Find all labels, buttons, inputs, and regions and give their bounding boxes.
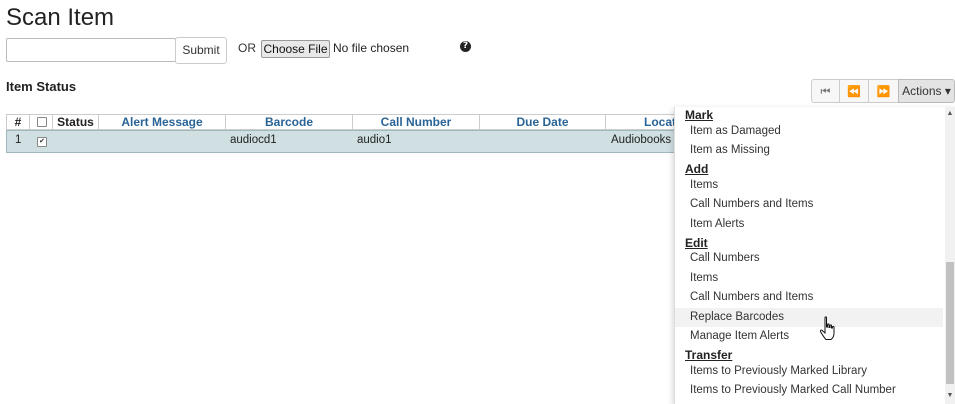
select-all-checkbox[interactable] — [37, 117, 47, 127]
question-circle-icon[interactable]: ? — [460, 41, 471, 52]
menu-item-manage-item-alerts[interactable]: Manage Item Alerts — [675, 327, 943, 346]
row-index: 1 — [15, 134, 22, 146]
first-page-icon: ⏮ — [820, 85, 831, 98]
menu-item-edit-call-numbers[interactable]: Call Numbers — [675, 249, 943, 268]
menu-item-item-as-missing[interactable]: Item as Missing — [675, 141, 943, 160]
menu-heading-mark: Mark — [685, 108, 714, 122]
actions-button[interactable]: Actions ▾ — [898, 79, 955, 103]
next-page-icon: ⏩ — [876, 85, 891, 98]
menu-heading-edit: Edit — [685, 236, 708, 250]
column-header-call-number[interactable]: Call Number — [353, 115, 480, 129]
menu-heading-add: Add — [685, 162, 709, 176]
submit-button[interactable]: Submit — [175, 37, 227, 64]
row-call-number: audio1 — [357, 134, 392, 146]
menu-item-transfer-to-call-number[interactable]: Items to Previously Marked Call Number — [675, 381, 943, 400]
section-title: Item Status — [6, 79, 77, 94]
or-label: OR — [238, 41, 256, 55]
menu-item-transfer-to-library[interactable]: Items to Previously Marked Library — [675, 362, 943, 381]
column-header-barcode[interactable]: Barcode — [226, 115, 353, 129]
page-title: Scan Item — [6, 4, 115, 31]
row-checkbox[interactable]: ✔ — [37, 137, 47, 147]
choose-file-button[interactable]: Choose File — [261, 40, 330, 58]
row-location: Audiobooks — [611, 134, 672, 146]
menu-item-add-call-numbers-and-items[interactable]: Call Numbers and Items — [675, 195, 943, 214]
menu-item-replace-barcodes[interactable]: Replace Barcodes — [675, 308, 943, 327]
column-header-index[interactable]: # — [7, 115, 30, 129]
column-header-due-date[interactable]: Due Date — [480, 115, 606, 129]
file-status: No file chosen — [333, 41, 410, 55]
hand-pointer-cursor-icon — [819, 316, 835, 340]
previous-page-button[interactable]: ⏪ — [839, 79, 869, 103]
menu-item-edit-call-numbers-and-items[interactable]: Call Numbers and Items — [675, 288, 943, 307]
next-page-button[interactable]: ⏩ — [868, 79, 899, 103]
scroll-up-arrow-icon[interactable]: ▲ — [946, 110, 954, 118]
previous-page-icon: ⏪ — [847, 85, 861, 98]
column-header-status[interactable]: Status — [53, 115, 99, 129]
select-all-cell — [30, 115, 53, 129]
scroll-down-arrow-icon[interactable]: ▼ — [946, 392, 954, 400]
first-page-button[interactable]: ⏮ — [811, 79, 840, 103]
row-barcode: audiocd1 — [230, 134, 277, 146]
actions-dropdown-menu: Mark Item as Damaged Item as Missing Add… — [674, 107, 955, 404]
menu-scrollbar-thumb[interactable] — [946, 262, 954, 384]
menu-item-edit-items[interactable]: Items — [675, 269, 943, 288]
menu-heading-transfer: Transfer — [685, 348, 733, 362]
menu-item-add-item-alerts[interactable]: Item Alerts — [675, 215, 943, 234]
column-header-alert-message[interactable]: Alert Message — [99, 115, 226, 129]
barcode-input[interactable] — [6, 38, 176, 62]
menu-item-item-as-damaged[interactable]: Item as Damaged — [675, 122, 943, 141]
menu-item-add-items[interactable]: Items — [675, 176, 943, 195]
